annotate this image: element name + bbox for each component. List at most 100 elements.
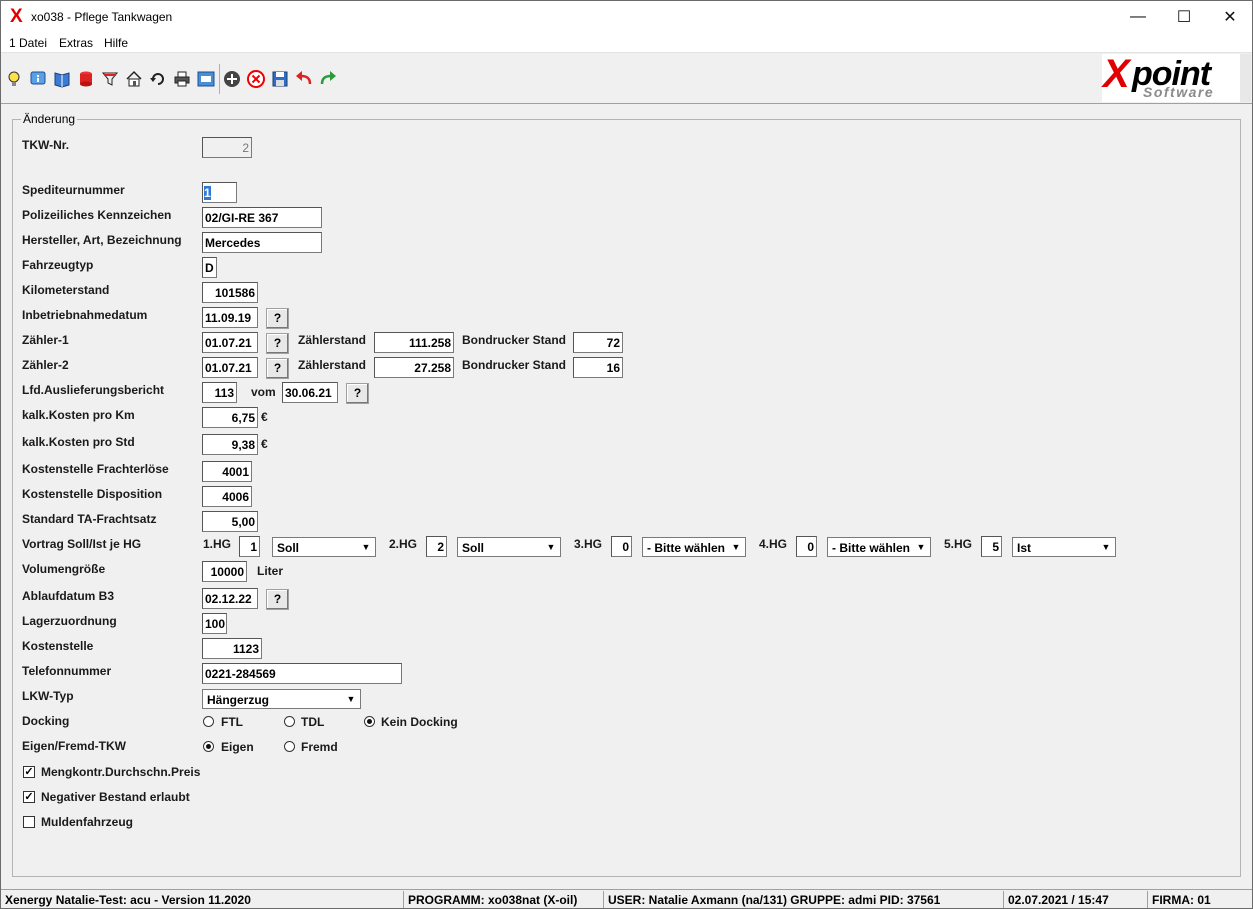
docking-ftl-radio[interactable]	[203, 716, 214, 727]
lfd-field[interactable]: 113	[202, 382, 237, 403]
status-firma: FIRMA: 01	[1147, 891, 1252, 908]
fremd-radio[interactable]	[284, 741, 295, 752]
hg4-select[interactable]: - Bitte wählen ▼	[827, 537, 931, 557]
lkw-typ-select[interactable]: Hängerzug ▼	[202, 689, 361, 709]
kostenstelle-label: Kostenstelle	[22, 639, 94, 653]
kosten-std-field[interactable]: 9,38	[202, 434, 258, 455]
zaehler1-calendar-button[interactable]: ?	[266, 333, 289, 354]
kennzeichen-field[interactable]: 02/GI-RE 367	[202, 207, 322, 228]
vom-label: vom	[251, 385, 276, 399]
xpoint-logo: X point Software	[1102, 52, 1242, 102]
ta-fracht-label: Standard TA-Frachtsatz	[22, 512, 157, 526]
zaehler1-date-field[interactable]: 01.07.21	[202, 332, 258, 353]
hg1-field[interactable]: 1	[239, 536, 260, 557]
kosten-km-field[interactable]: 6,75	[202, 407, 258, 428]
zaehler2-bondrucker-field[interactable]: 16	[573, 357, 623, 378]
negativ-bestand-checkbox[interactable]: ✓	[23, 791, 35, 803]
window-title: xo038 - Pflege Tankwagen	[31, 10, 173, 24]
logo-x: X	[1103, 52, 1130, 96]
menu-hilfe[interactable]: Hilfe	[104, 36, 128, 50]
docking-kein-label: Kein Docking	[381, 715, 458, 729]
hg2-select[interactable]: Soll ▼	[457, 537, 561, 557]
toolbar: X point Software	[1, 52, 1252, 104]
ablauf-b3-field[interactable]: 02.12.22	[202, 588, 258, 609]
application-window: X xo038 - Pflege Tankwagen — ☐ ✕ 1 Datei…	[0, 0, 1253, 909]
docking-label: Docking	[22, 714, 70, 728]
app-x-icon: X	[10, 6, 23, 27]
aenderung-group	[12, 119, 1241, 877]
zaehler2-zaehlerstand-field[interactable]: 27.258	[374, 357, 454, 378]
zaehler2-date-field[interactable]: 01.07.21	[202, 357, 258, 378]
vortrag-label: Vortrag Soll/Ist je HG	[22, 537, 142, 551]
save-icon[interactable]	[271, 70, 289, 88]
zaehler2-calendar-button[interactable]: ?	[266, 358, 289, 379]
ks-fracht-label: Kostenstelle Frachterlöse	[22, 462, 169, 476]
kostenstelle-field[interactable]: 1123	[202, 638, 262, 659]
vom-calendar-button[interactable]: ?	[346, 383, 369, 404]
hg3-label: 3.HG	[574, 537, 603, 551]
spediteur-field[interactable]: 1	[202, 182, 237, 203]
hg4-field[interactable]: 0	[796, 536, 817, 557]
zaehler1-zaehlerstand-field[interactable]: 111.258	[374, 332, 454, 353]
home-icon[interactable]	[125, 70, 143, 88]
minimize-button[interactable]: —	[1115, 1, 1161, 33]
menu-extras[interactable]: Extras	[59, 36, 93, 50]
ks-fracht-field[interactable]: 4001	[202, 461, 252, 482]
refresh-icon[interactable]	[149, 70, 167, 88]
lfd-label: Lfd.Auslieferungsbericht	[22, 383, 165, 397]
ta-fracht-field[interactable]: 5,00	[202, 511, 258, 532]
zaehler1-bondrucker-field[interactable]: 72	[573, 332, 623, 353]
telefon-field[interactable]: 0221-284569	[202, 663, 402, 684]
zaehler1-label: Zähler-1	[22, 333, 69, 347]
printer-icon[interactable]	[173, 70, 191, 88]
hg5-select[interactable]: Ist ▼	[1012, 537, 1116, 557]
hg1-select[interactable]: Soll ▼	[272, 537, 376, 557]
toolbar-scrollbar[interactable]	[1240, 54, 1251, 102]
database-icon[interactable]	[77, 70, 95, 88]
inbetrieb-field[interactable]: 11.09.19	[202, 307, 258, 328]
title-bar: X xo038 - Pflege Tankwagen — ☐ ✕	[1, 1, 1252, 33]
maximize-button[interactable]: ☐	[1161, 1, 1207, 33]
hg3-select[interactable]: - Bitte wählen ▼	[642, 537, 746, 557]
docking-kein-radio[interactable]	[364, 716, 375, 727]
volumen-field[interactable]: 10000	[202, 561, 247, 582]
telefon-label: Telefonnummer	[22, 664, 112, 678]
docking-ftl-label: FTL	[221, 715, 243, 729]
muldenfahrzeug-checkbox[interactable]	[23, 816, 35, 828]
vom-field[interactable]: 30.06.21	[282, 382, 338, 403]
hg2-field[interactable]: 2	[426, 536, 447, 557]
eigen-radio[interactable]	[203, 741, 214, 752]
lightbulb-icon[interactable]	[5, 70, 23, 88]
kosten-std-unit: €	[261, 437, 268, 451]
eigen-label: Eigen	[221, 740, 254, 754]
hg1-label: 1.HG	[203, 537, 232, 551]
inbetrieb-calendar-button[interactable]: ?	[266, 308, 289, 329]
hg1-select-value: Soll	[277, 541, 300, 555]
filter-icon[interactable]	[101, 70, 119, 88]
ks-dispo-label: Kostenstelle Disposition	[22, 487, 163, 501]
close-button[interactable]: ✕	[1207, 1, 1253, 33]
info-icon[interactable]	[29, 70, 47, 88]
ks-dispo-field[interactable]: 4006	[202, 486, 252, 507]
redo-icon[interactable]	[319, 70, 337, 88]
book-icon[interactable]	[53, 70, 71, 88]
add-icon[interactable]	[223, 70, 241, 88]
hg3-field[interactable]: 0	[611, 536, 632, 557]
muldenfahrzeug-label: Muldenfahrzeug	[41, 815, 133, 829]
undo-icon[interactable]	[295, 70, 313, 88]
window-icon[interactable]	[197, 70, 215, 88]
km-field[interactable]: 101586	[202, 282, 258, 303]
zaehler2-label: Zähler-2	[22, 358, 69, 372]
delete-icon[interactable]	[247, 70, 265, 88]
mengkontr-checkbox[interactable]: ✓	[23, 766, 35, 778]
docking-tdl-radio[interactable]	[284, 716, 295, 727]
menu-datei[interactable]: 1 Datei	[9, 36, 47, 50]
chevron-down-icon: ▼	[913, 539, 929, 555]
lkw-typ-value: Hängerzug	[207, 693, 270, 707]
fahrzeugtyp-field[interactable]: D	[202, 257, 217, 278]
hg5-field[interactable]: 5	[981, 536, 1002, 557]
lager-field[interactable]: 100	[202, 613, 227, 634]
ablauf-b3-calendar-button[interactable]: ?	[266, 589, 289, 610]
hersteller-field[interactable]: Mercedes	[202, 232, 322, 253]
hg2-select-value: Soll	[462, 541, 485, 555]
